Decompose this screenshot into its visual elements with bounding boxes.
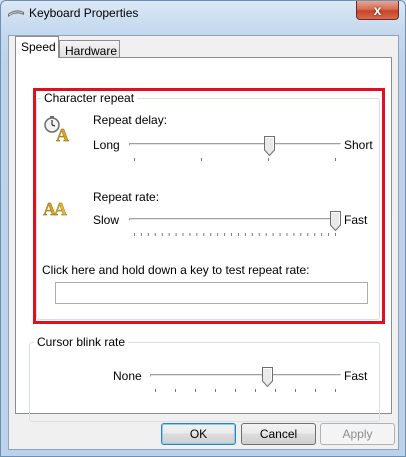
title-bar[interactable]: Keyboard Properties x	[1, 1, 405, 27]
keyboard-icon	[8, 10, 24, 17]
tab-speed[interactable]: Speed	[15, 36, 59, 58]
cursor-blink-track	[150, 374, 341, 377]
close-icon: x	[373, 2, 382, 18]
dialog-body: Speed Hardware Character repeat A Repeat…	[8, 35, 399, 450]
cursor-blink-ticks	[155, 389, 336, 392]
character-repeat-highlight	[33, 88, 385, 324]
apply-button[interactable]: Apply	[320, 423, 395, 445]
window-title: Keyboard Properties	[29, 6, 139, 20]
speed-tab-page: Character repeat A Repeat delay: Long Sh…	[15, 57, 392, 422]
close-button[interactable]: x	[356, 1, 399, 20]
cursor-blink-none-label: None	[113, 369, 142, 383]
ok-button[interactable]: OK	[161, 423, 236, 445]
cursor-blink-fast-label: Fast	[344, 369, 368, 383]
cursor-blink-label: Cursor blink rate	[34, 335, 129, 349]
cursor-blink-group: Cursor blink rate None Fast	[29, 335, 380, 422]
cursor-blink-thumb[interactable]	[262, 367, 273, 387]
cancel-button[interactable]: Cancel	[241, 423, 316, 445]
cursor-blink-slider[interactable]	[150, 367, 341, 395]
keyboard-properties-window: Keyboard Properties x Speed Hardware Cha…	[0, 0, 406, 457]
